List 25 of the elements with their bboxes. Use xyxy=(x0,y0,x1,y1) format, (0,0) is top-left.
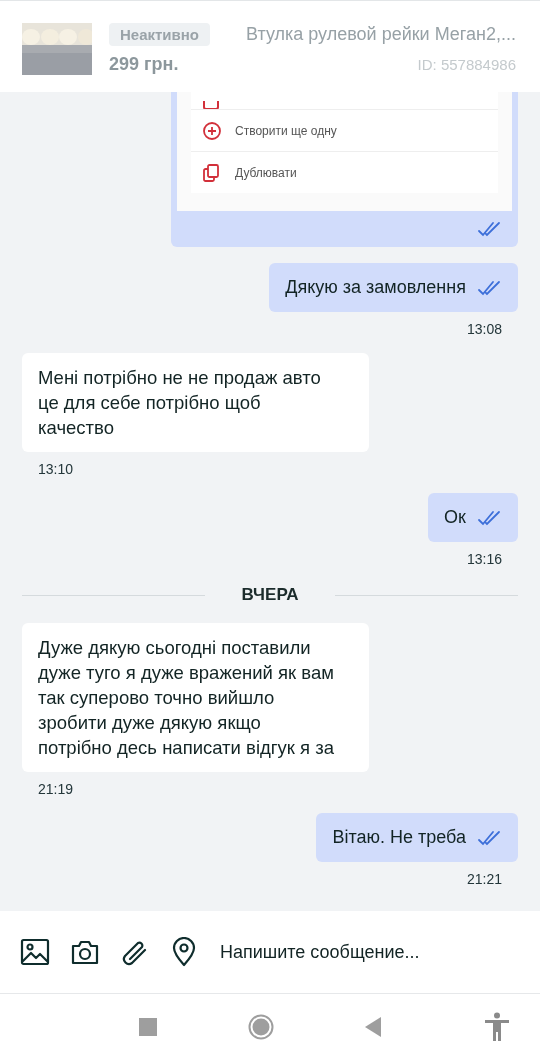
image-icon[interactable] xyxy=(20,937,50,967)
message-time: 21:21 xyxy=(466,871,502,887)
message-time: 13:08 xyxy=(466,321,502,337)
message-time: 21:19 xyxy=(38,781,74,797)
back-triangle-icon[interactable] xyxy=(364,1016,382,1038)
square-icon[interactable] xyxy=(138,1017,158,1037)
menu-item-label: Створити ще одну xyxy=(235,123,337,138)
message-text: Мені потрібно не не продаж авто це для себе потрібно щоб качество xyxy=(38,367,321,438)
menu-item-label: Дублювати xyxy=(235,165,297,180)
copy-icon xyxy=(203,163,221,182)
listing-id: ID: 557884986 xyxy=(417,56,516,73)
home-circle-icon[interactable] xyxy=(248,1014,274,1040)
message-text: Дуже дякую сьогодні поставили дуже туго я дуже вражений як вам так суперово точно вийшло зробити дуже дякую якщо потрібно десь написати відгук я за xyxy=(38,637,334,758)
listing-price: 299 грн. xyxy=(109,54,179,75)
status-badge: Неактивно xyxy=(109,23,211,46)
date-divider: ВЧЕРА xyxy=(241,585,299,605)
message-time: 13:10 xyxy=(38,461,74,477)
message-time: 13:16 xyxy=(466,551,502,567)
location-pin-icon[interactable] xyxy=(170,937,198,967)
listing-title[interactable]: Втулка рулевой рейки Меган2,... xyxy=(246,24,516,45)
add-circle-icon xyxy=(203,121,221,140)
message-text: Ок xyxy=(444,506,466,529)
message-text: Вітаю. Не треба xyxy=(332,826,466,849)
accessibility-icon[interactable] xyxy=(484,1012,510,1042)
message-text: Дякую за замовлення xyxy=(285,276,466,299)
